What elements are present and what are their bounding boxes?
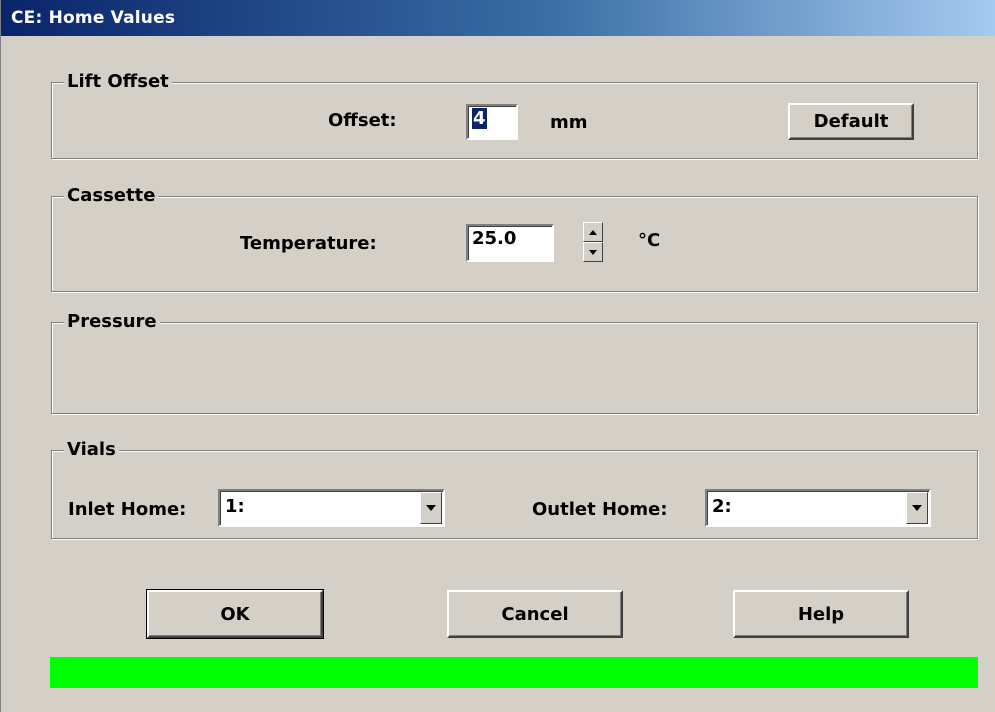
pressure-group: Pressure (51, 310, 978, 414)
outlet-home-value: 2: (712, 496, 732, 517)
window-title: CE: Home Values (11, 8, 176, 28)
lift-offset-legend: Lift Offset (64, 70, 172, 94)
offset-label: Offset: (328, 110, 397, 131)
inlet-dropdown-button[interactable] (420, 492, 442, 524)
outlet-dropdown-button[interactable] (906, 492, 928, 524)
offset-input[interactable]: 4 (466, 104, 518, 140)
arrow-down-icon (589, 249, 597, 255)
temperature-value: 25.0 (472, 228, 517, 249)
temperature-unit: °C (638, 230, 661, 251)
title-bar[interactable]: CE: Home Values (1, 0, 995, 36)
outlet-home-label: Outlet Home: (532, 499, 668, 520)
help-button[interactable]: Help (733, 590, 909, 638)
inlet-home-value: 1: (225, 496, 245, 517)
inlet-home-label: Inlet Home: (68, 499, 187, 520)
chevron-down-icon (912, 505, 922, 511)
vials-legend: Vials (64, 438, 119, 462)
cassette-legend: Cassette (64, 184, 159, 208)
ok-button[interactable]: OK (146, 589, 324, 639)
temperature-spinner[interactable] (583, 222, 603, 262)
offset-unit: mm (550, 112, 588, 133)
dialog-window: CE: Home Values Lift Offset Offset: 4 mm… (0, 0, 995, 712)
default-button[interactable]: Default (788, 103, 914, 140)
spin-up-button[interactable] (583, 222, 603, 242)
temperature-label: Temperature: (240, 233, 377, 254)
outlet-home-select[interactable]: 2: (705, 489, 931, 527)
status-indicator-bar (50, 657, 978, 688)
chevron-down-icon (426, 505, 436, 511)
inlet-home-select[interactable]: 1: (218, 489, 445, 527)
spin-down-button[interactable] (583, 242, 603, 262)
arrow-up-icon (589, 229, 597, 235)
temperature-input[interactable]: 25.0 (466, 224, 554, 262)
pressure-legend: Pressure (64, 310, 160, 334)
offset-value: 4 (472, 108, 487, 129)
cancel-button[interactable]: Cancel (447, 590, 623, 638)
